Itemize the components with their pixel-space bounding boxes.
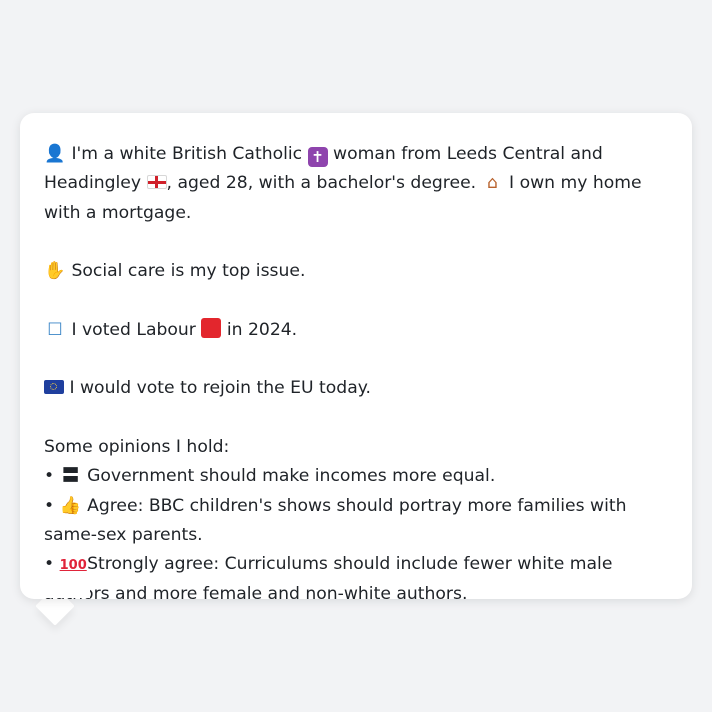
ballot-box-icon: ☐ [47,319,63,340]
intro-paragraph: 👤 I'm a white British Catholic ✝ woman f… [44,140,670,228]
opinion-text: Government should make incomes more equa… [87,466,496,487]
top-issue-text: Social care is my top issue. [71,261,306,282]
opinion-text: Strongly agree: Curriculums should inclu… [44,554,613,605]
speech-bubble-tail-cover [30,580,90,598]
handshake-icon: ✋ [44,261,66,282]
person-silhouette-icon: 👤 [44,144,66,164]
thumbs-up-icon: 👍 [59,495,82,516]
bullet: • [44,554,55,575]
list-item: • 👍 Agree: BBC children's shows should p… [44,492,670,551]
house-icon: ⌂ [487,173,499,194]
intro-text-c: , aged 28, with a bachelor's degree. [166,173,477,194]
latin-cross-icon: ✝ [307,147,328,167]
red-square-icon [201,317,222,338]
intro-text-a: I'm a white British Catholic [71,144,303,164]
top-issue-paragraph: ✋ Social care is my top issue. [44,257,670,286]
vote-text-a: I voted Labour [71,319,196,340]
opinions-heading: Some opinions I hold: [44,436,230,457]
eu-flag-icon [44,380,64,395]
opinions-section: Some opinions I hold: • 〓 Government sho… [44,433,670,610]
hundred-points-icon: 100 [59,558,87,574]
bullet: • [44,466,55,487]
vote-paragraph: ☐ I voted Labour in 2024. [44,316,670,345]
list-item: • 〓 Government should make incomes more … [44,462,670,491]
vote-text-b: in 2024. [226,319,298,340]
eu-text: I would vote to rejoin the EU today. [69,378,371,399]
equals-icon: 〓 [62,466,80,487]
list-item: • 100 Strongly agree: Curriculums should… [44,550,670,610]
opinion-text: Agree: BBC children's shows should portr… [44,495,627,545]
eu-paragraph: I would vote to rejoin the EU today. [44,374,670,403]
chat-message-bubble: 👤 I'm a white British Catholic ✝ woman f… [20,113,692,604]
bullet: • [44,495,55,516]
england-flag-icon [146,175,167,190]
